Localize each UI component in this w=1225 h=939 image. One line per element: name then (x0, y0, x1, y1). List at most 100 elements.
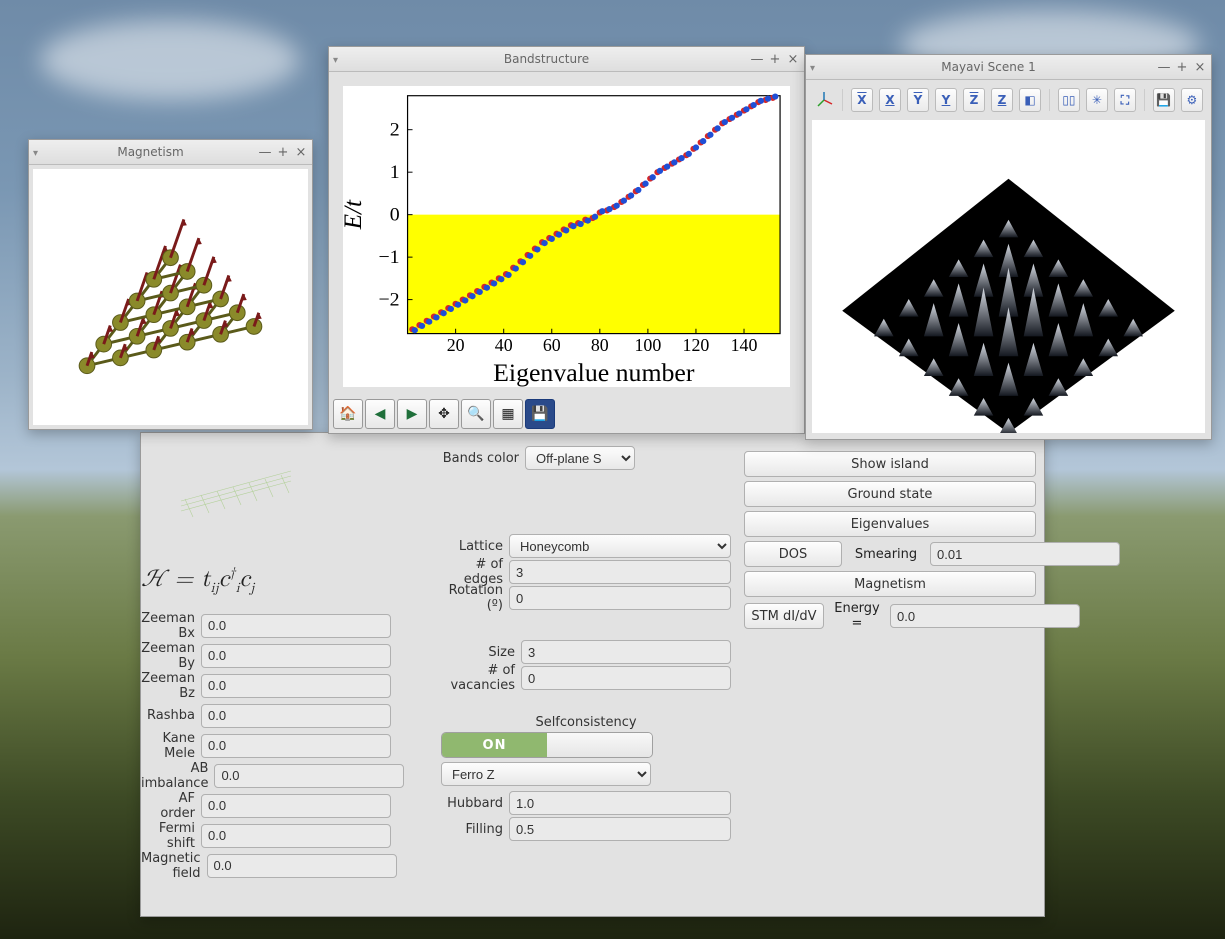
rashba-input[interactable] (201, 704, 391, 728)
svg-text:100: 100 (634, 335, 661, 355)
magnetism-button[interactable]: Magnetism (744, 571, 1036, 597)
back-icon[interactable]: ◀ (365, 399, 395, 429)
svg-text:140: 140 (731, 335, 758, 355)
view-plus-y-button[interactable]: Y (907, 88, 929, 112)
window-bandstructure: ▾ Bandstructure — + × 20406080100120140−… (328, 46, 805, 434)
zeeman-bx-label: Zeeman Bx (141, 611, 195, 641)
zoom-icon[interactable]: 🔍 (461, 399, 491, 429)
zeeman-bz-input[interactable] (201, 674, 391, 698)
window-0dpy: ▾ 0d.py — + × Show island Ground state E… (140, 432, 1045, 917)
toggle-off-half (547, 733, 652, 757)
zeeman-by-input[interactable] (201, 644, 391, 668)
hubbard-label: Hubbard (441, 796, 503, 811)
view-minus-x-button[interactable]: X (879, 88, 901, 112)
size-label: Size (441, 645, 515, 660)
matplotlib-toolbar: 🏠 ◀ ▶ ✥ 🔍 ▦ 💾 (333, 399, 555, 429)
smearing-label: Smearing (846, 547, 926, 562)
dos-button[interactable]: DOS (744, 541, 842, 567)
kane-mele-input[interactable] (201, 734, 391, 758)
titlebar-magnetism[interactable]: ▾ Magnetism — + × (29, 140, 312, 165)
hubbard-input[interactable] (509, 791, 731, 815)
show-island-button[interactable]: Show island (744, 451, 1036, 477)
view-plus-z-button[interactable]: Z (963, 88, 985, 112)
ordering-select[interactable]: Ferro Z (441, 762, 651, 786)
window-title: Magnetism (47, 145, 254, 159)
home-icon[interactable]: 🏠 (333, 399, 363, 429)
close-button[interactable]: × (786, 52, 800, 66)
eigenvalues-button[interactable]: Eigenvalues (744, 511, 1036, 537)
mayavi-3d-canvas[interactable] (812, 120, 1205, 433)
toggle-on-half: ON (442, 733, 547, 757)
window-magnetism: ▾ Magnetism — + × (28, 139, 313, 430)
maximize-button[interactable]: + (276, 145, 290, 159)
svg-text:80: 80 (591, 335, 609, 355)
smearing-input[interactable] (930, 542, 1120, 566)
stm-button[interactable]: STM dI/dV (744, 603, 824, 629)
gear-icon[interactable]: ⚙ (1181, 88, 1203, 112)
rotation-input[interactable] (509, 586, 731, 610)
fermi-shift-input[interactable] (201, 824, 391, 848)
lattice-label: Lattice (441, 539, 503, 554)
svg-text:0: 0 (390, 204, 400, 226)
maximize-button[interactable]: + (1175, 60, 1189, 74)
edges-input[interactable] (509, 560, 731, 584)
vacancies-label: # of vacancies (441, 663, 515, 693)
left-panel: ℋ = tijc†icj Zeeman Bx Zeeman By Zeeman … (141, 451, 391, 879)
vacancies-input[interactable] (521, 666, 731, 690)
minimize-button[interactable]: — (258, 145, 272, 159)
svg-text:1: 1 (390, 161, 400, 183)
size-input[interactable] (521, 640, 731, 664)
maximize-button[interactable]: + (768, 52, 782, 66)
view-plus-x-button[interactable]: X (851, 88, 873, 112)
zeeman-bx-input[interactable] (201, 614, 391, 638)
lattice-preview-icon (171, 451, 301, 521)
axis3d-icon[interactable] (814, 89, 834, 111)
bands-color-select[interactable]: Off-plane S (525, 446, 635, 470)
rashba-label: Rashba (141, 708, 195, 723)
svg-text:120: 120 (683, 335, 710, 355)
forward-icon[interactable]: ▶ (397, 399, 427, 429)
close-button[interactable]: × (1193, 60, 1207, 74)
energy-input[interactable] (890, 604, 1080, 628)
svg-text:20: 20 (447, 335, 465, 355)
minimize-button[interactable]: — (750, 52, 764, 66)
rotation-label: Rotation (º) (441, 583, 503, 613)
view-minus-y-button[interactable]: Y (935, 88, 957, 112)
view-minus-z-button[interactable]: Z (991, 88, 1013, 112)
ab-imbalance-input[interactable] (214, 764, 404, 788)
window-title: Bandstructure (347, 52, 746, 66)
parallel-projection-icon[interactable]: ▯▯ (1058, 88, 1080, 112)
close-button[interactable]: × (294, 145, 308, 159)
fermi-shift-label: Fermi shift (141, 821, 195, 851)
selfconsistency-toggle[interactable]: ON (441, 732, 653, 758)
pan-icon[interactable]: ✥ (429, 399, 459, 429)
titlebar-mayavi[interactable]: ▾ Mayavi Scene 1 — + × (806, 55, 1211, 80)
bandstructure-plot[interactable]: 20406080100120140−2−1012Eigenvalue numbe… (343, 86, 790, 387)
svg-text:−2: −2 (378, 289, 399, 311)
lattice-select[interactable]: Honeycomb (509, 534, 731, 558)
isometric-view-icon[interactable]: ◧ (1019, 88, 1041, 112)
save-icon[interactable]: 💾 (1153, 88, 1175, 112)
anaglyph-icon[interactable]: ✳ (1086, 88, 1108, 112)
ab-imbalance-label: AB imbalance (141, 761, 208, 791)
af-order-label: AF order (141, 791, 195, 821)
app-menu-icon[interactable]: ▾ (810, 63, 818, 71)
svg-text:40: 40 (495, 335, 513, 355)
bands-color-label: Bands color (441, 451, 519, 466)
save-icon[interactable]: 💾 (525, 399, 555, 429)
zeeman-by-label: Zeeman By (141, 641, 195, 671)
filling-input[interactable] (509, 817, 731, 841)
center-panel: Bands color Off-plane S Lattice Honeycom… (441, 445, 731, 842)
ground-state-button[interactable]: Ground state (744, 481, 1036, 507)
hamiltonian-formula: ℋ = tijc†icj (141, 565, 391, 597)
app-menu-icon[interactable]: ▾ (333, 55, 341, 63)
app-menu-icon[interactable]: ▾ (33, 148, 41, 156)
magnetic-field-input[interactable] (207, 854, 397, 878)
fullscreen-icon[interactable]: ⛶ (1114, 88, 1136, 112)
window-title: Mayavi Scene 1 (824, 60, 1153, 74)
subplots-icon[interactable]: ▦ (493, 399, 523, 429)
af-order-input[interactable] (201, 794, 391, 818)
magnetism-3d-canvas[interactable] (33, 169, 308, 425)
titlebar-bandstructure[interactable]: ▾ Bandstructure — + × (329, 47, 804, 72)
minimize-button[interactable]: — (1157, 60, 1171, 74)
